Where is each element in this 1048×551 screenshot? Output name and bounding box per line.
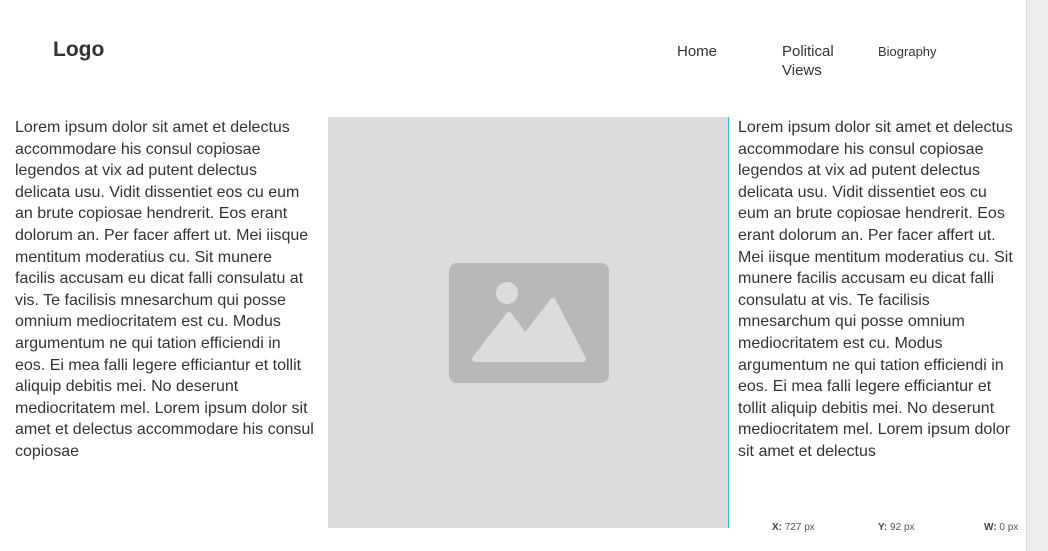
width-readout: W: 0 px xyxy=(984,522,1019,533)
right-panel-edge xyxy=(1026,0,1048,551)
nav-home[interactable]: Home xyxy=(677,42,717,61)
design-canvas: Logo Home Political Views Biography Lore… xyxy=(0,0,1026,551)
nav-biography[interactable]: Biography xyxy=(878,42,937,61)
logo[interactable]: Logo xyxy=(53,38,104,62)
coordinates-readout: X: 727 px Y: 92 px W: 0 px xyxy=(760,515,1048,541)
y-readout: Y: 92 px xyxy=(878,522,915,533)
x-readout: X: 727 px xyxy=(772,522,815,533)
left-text-block: Lorem ipsum dolor sit amet et delectus a… xyxy=(15,119,314,460)
nav-political-views[interactable]: Political Views xyxy=(782,42,852,80)
image-placeholder-icon xyxy=(449,263,609,383)
right-text-block: Lorem ipsum dolor sit amet et delectus a… xyxy=(738,119,1013,460)
selection-guide-line xyxy=(728,117,729,528)
image-placeholder[interactable] xyxy=(328,117,728,528)
